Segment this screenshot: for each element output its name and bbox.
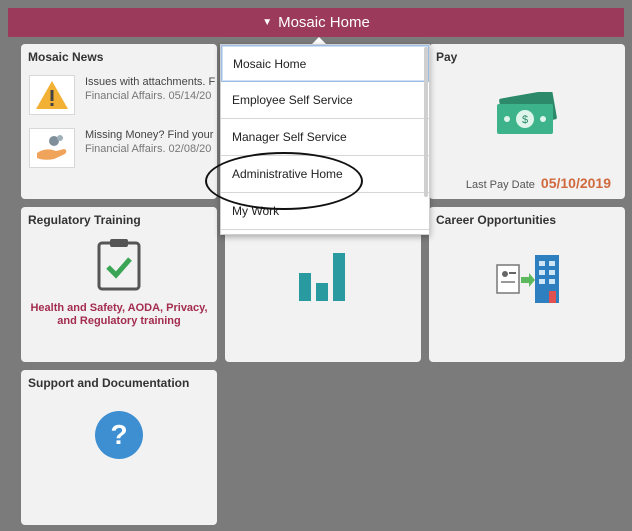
tile-career-opportunities[interactable]: Career Opportunities bbox=[429, 207, 625, 362]
menu-scrollbar[interactable] bbox=[424, 47, 428, 197]
menu-item-employee-self-service[interactable]: Employee Self Service bbox=[221, 82, 429, 119]
help-question-icon: ? bbox=[94, 410, 144, 465]
menu-item-mosaic-home[interactable]: Mosaic Home bbox=[221, 45, 429, 82]
warning-icon bbox=[29, 75, 75, 115]
svg-text:$: $ bbox=[522, 114, 528, 126]
cash-icon: $ bbox=[491, 89, 561, 145]
news-meta: Financial Affairs. 02/08/20 bbox=[85, 143, 212, 155]
svg-text:?: ? bbox=[110, 419, 127, 450]
news-item[interactable]: Missing Money? Find your Financial Affai… bbox=[29, 128, 213, 168]
tile-title: Pay bbox=[436, 50, 458, 64]
tile-pay[interactable]: Pay $ Last Pay Date 05/10/2019 bbox=[429, 44, 625, 199]
last-pay-date: 05/10/2019 bbox=[540, 175, 611, 191]
news-headline: Missing Money? Find your bbox=[85, 129, 214, 141]
tile-support-documentation[interactable]: Support and Documentation ? bbox=[21, 370, 217, 525]
tile-description: and Regulatory training bbox=[57, 315, 181, 327]
homepage-dropdown-menu: Mosaic Home Employee Self Service Manage… bbox=[220, 44, 430, 235]
homepage-selector[interactable]: ▼ Mosaic Home bbox=[8, 8, 624, 37]
tile-title: Support and Documentation bbox=[28, 376, 190, 390]
menu-item-my-work[interactable]: My Work bbox=[221, 193, 429, 230]
tile-description: Health and Safety, AODA, Privacy, bbox=[30, 302, 208, 314]
tile-mosaic-news[interactable]: Mosaic News Issues with attachments. F F… bbox=[21, 44, 217, 199]
tile-title: Regulatory Training bbox=[28, 213, 141, 227]
news-item[interactable]: Issues with attachments. F Financial Aff… bbox=[29, 75, 215, 115]
caret-down-icon: ▼ bbox=[262, 17, 273, 28]
bar-chart-icon bbox=[297, 253, 347, 306]
tile-regulatory-training[interactable]: Regulatory Training Health and Safety, A… bbox=[21, 207, 217, 362]
tile-title: Mosaic News bbox=[28, 50, 104, 64]
menu-item-manager-self-service[interactable]: Manager Self Service bbox=[221, 119, 429, 156]
news-headline: Issues with attachments. F bbox=[85, 76, 216, 88]
clipboard-check-icon bbox=[95, 237, 143, 296]
last-pay-label: Last Pay Date bbox=[465, 179, 535, 191]
menu-item-administrative-home[interactable]: Administrative Home bbox=[221, 156, 429, 193]
homepage-title: Mosaic Home bbox=[278, 14, 370, 31]
resume-building-icon bbox=[495, 253, 561, 310]
news-meta: Financial Affairs. 05/14/20 bbox=[85, 90, 212, 102]
tile-title: Career Opportunities bbox=[436, 213, 557, 227]
money-hand-icon bbox=[29, 128, 75, 168]
